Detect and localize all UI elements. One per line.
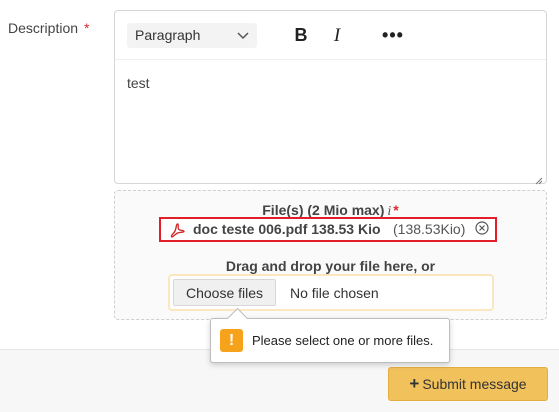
rich-text-editor[interactable]: Paragraph B I ••• test	[114, 10, 547, 185]
description-label-text: Description	[8, 20, 79, 36]
paragraph-format-label: Paragraph	[135, 27, 201, 43]
more-options-button[interactable]: •••	[381, 23, 405, 48]
bold-button[interactable]: B	[291, 23, 311, 48]
paragraph-format-select[interactable]: Paragraph	[127, 23, 257, 48]
file-input[interactable]: Choose files No file chosen	[168, 274, 494, 311]
pdf-icon	[169, 222, 186, 239]
close-circle-icon[interactable]	[475, 221, 489, 235]
submit-label: Submit message	[422, 376, 527, 392]
required-asterisk: *	[393, 202, 399, 218]
choose-files-button[interactable]: Choose files	[173, 279, 276, 306]
required-asterisk: *	[84, 20, 90, 36]
validation-tooltip: ! Please select one or more files.	[210, 307, 450, 363]
italic-button[interactable]: I	[329, 23, 345, 48]
warning-icon: !	[220, 329, 243, 352]
submit-message-button[interactable]: + Submit message	[388, 367, 548, 401]
file-upload-zone[interactable]: File(s) (2 Mio max) i * doc teste 006.pdf …	[114, 190, 547, 320]
drag-drop-text: Drag and drop your file here, or	[225, 258, 436, 274]
chevron-down-icon	[237, 23, 249, 56]
resize-grip-icon[interactable]	[535, 172, 543, 185]
no-file-chosen-text: No file chosen	[290, 285, 379, 301]
file-size: (138.53Kio)	[393, 221, 466, 237]
editor-toolbar: Paragraph B I •••	[115, 11, 546, 60]
tooltip-text: Please select one or more files.	[252, 333, 434, 348]
description-label: Description *	[8, 20, 89, 36]
file-name: doc teste 006.pdf 138.53 Kio	[193, 221, 381, 237]
editor-content[interactable]: test	[127, 75, 150, 91]
plus-icon: +	[409, 374, 420, 393]
uploaded-file-item: doc teste 006.pdf 138.53 Kio (138.53Kio)	[159, 217, 497, 242]
files-label-text: File(s) (2 Mio max)	[262, 202, 385, 218]
